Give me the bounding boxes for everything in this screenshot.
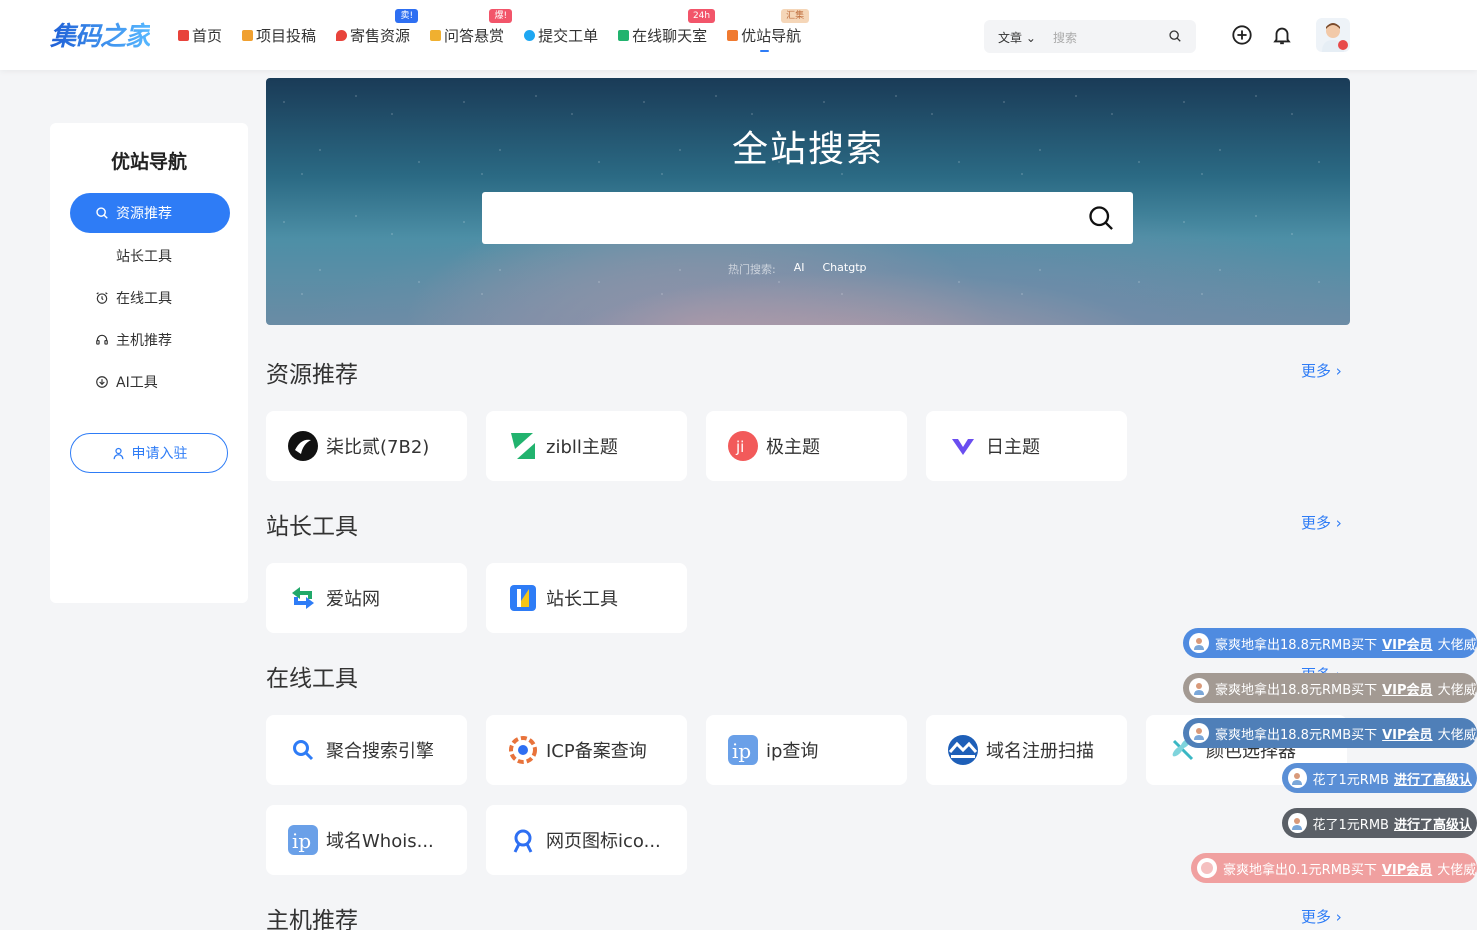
site-card[interactable]: ip ip查询 bbox=[706, 715, 907, 785]
aizhan-logo-icon bbox=[286, 581, 320, 615]
nav-consignment[interactable]: 寄售资源 卖! bbox=[336, 0, 419, 70]
top-header: 集码之家 首页 项目投稿 寄售资源 卖! 问答悬赏 爆! 提交工单 在线聊天室 24h… bbox=[0, 0, 1477, 70]
site-card[interactable]: 站长工具 bbox=[486, 563, 687, 633]
notification-toast[interactable]: 花了1元RMB 进行了高级认 bbox=[1282, 808, 1477, 838]
nav-site-guide[interactable]: 优站导航 汇集 bbox=[727, 0, 810, 70]
sidebar: 优站导航 资源推荐 站长工具 在线工具 主机推荐 AI工具 申请入驻 bbox=[50, 123, 248, 603]
avatar bbox=[1189, 633, 1209, 653]
nav-badge-collect: 汇集 bbox=[781, 9, 810, 23]
nav-badge-hot: 爆! bbox=[489, 9, 513, 23]
7b2-logo-icon bbox=[286, 429, 320, 463]
notification-toast[interactable]: 豪爽地拿出18.8元RMB买下 VIP会员 大佬威 bbox=[1183, 673, 1477, 703]
sidebar-item-webmaster-tools[interactable]: 站长工具 bbox=[70, 236, 230, 276]
add-circle-icon[interactable] bbox=[1231, 24, 1253, 46]
nav-home[interactable]: 首页 bbox=[178, 0, 222, 70]
svg-text:ip: ip bbox=[292, 829, 311, 853]
search-banner: 全站搜索 热门搜索: AI Chatgtp bbox=[266, 78, 1350, 325]
search-input[interactable]: 搜索 bbox=[1053, 29, 1077, 46]
nav-submit-project[interactable]: 项目投稿 bbox=[242, 0, 316, 70]
ip-logo-icon: ip bbox=[286, 823, 320, 857]
bell-icon[interactable] bbox=[1271, 24, 1293, 46]
search-icon bbox=[96, 207, 108, 219]
site-card[interactable]: ji 极主题 bbox=[706, 411, 907, 481]
favicon-tool-icon bbox=[506, 823, 540, 857]
chinaz-logo-icon bbox=[506, 581, 540, 615]
hot-keyword[interactable]: AI bbox=[794, 261, 805, 277]
search-icon[interactable] bbox=[1087, 204, 1115, 232]
chat-icon bbox=[618, 29, 630, 41]
main-nav: 首页 项目投稿 寄售资源 卖! 问答悬赏 爆! 提交工单 在线聊天室 24h 优站导航… bbox=[178, 0, 821, 70]
ri-logo-icon bbox=[946, 429, 980, 463]
hot-search-label: 热门搜索: bbox=[728, 263, 776, 276]
fire-icon bbox=[336, 29, 348, 41]
site-card[interactable]: ip 域名Whois... bbox=[266, 805, 467, 875]
notification-toast[interactable]: 豪爽地拿出18.8元RMB买下 VIP会员 大佬威 bbox=[1183, 718, 1477, 748]
site-card[interactable]: 网页图标ico... bbox=[486, 805, 687, 875]
search-type-select[interactable]: 文章 ⌄ bbox=[998, 29, 1036, 46]
ticket-icon bbox=[524, 29, 536, 41]
alarm-icon bbox=[96, 292, 108, 304]
bag-icon bbox=[430, 29, 442, 41]
avatar bbox=[1197, 858, 1217, 878]
sidebar-item-hosting[interactable]: 主机推荐 bbox=[70, 320, 230, 360]
site-card[interactable]: 柒比贰(7B2) bbox=[266, 411, 467, 481]
sidebar-title: 优站导航 bbox=[110, 151, 187, 173]
ji-logo-icon: ji bbox=[726, 429, 760, 463]
avatar-image bbox=[1322, 23, 1348, 52]
section-title-online-tools: 在线工具 bbox=[266, 666, 358, 692]
notification-toast[interactable]: 花了1元RMB 进行了高级认 bbox=[1282, 763, 1477, 793]
home-icon bbox=[178, 29, 189, 41]
avatar bbox=[1189, 723, 1209, 743]
sidebar-item-ai-tools[interactable]: AI工具 bbox=[70, 362, 230, 402]
site-card[interactable]: zibll主题 bbox=[486, 411, 687, 481]
download-icon bbox=[96, 376, 108, 388]
layers-icon bbox=[242, 29, 254, 41]
crown-icon bbox=[727, 29, 739, 41]
site-card[interactable]: 聚合搜索引擎 bbox=[266, 715, 467, 785]
site-card[interactable]: 日主题 bbox=[926, 411, 1127, 481]
apply-join-button[interactable]: 申请入驻 bbox=[70, 433, 228, 473]
hot-search: 热门搜索: AI Chatgtp bbox=[728, 261, 884, 277]
header-search[interactable]: 文章 ⌄ 搜索 bbox=[984, 20, 1196, 53]
more-link[interactable]: 更多 › bbox=[1301, 360, 1342, 381]
notification-toast[interactable]: 豪爽地拿出18.8元RMB买下 VIP会员 大佬威 bbox=[1183, 628, 1477, 658]
svg-text:ip: ip bbox=[732, 739, 751, 763]
sidebar-item-resources[interactable]: 资源推荐 bbox=[70, 193, 230, 233]
nav-ticket[interactable]: 提交工单 bbox=[524, 0, 598, 70]
site-logo[interactable]: 集码之家 bbox=[50, 16, 151, 53]
nav-badge-24h: 24h bbox=[687, 9, 716, 23]
site-card[interactable]: 爱站网 bbox=[266, 563, 467, 633]
nav-chatroom[interactable]: 在线聊天室 24h bbox=[618, 0, 716, 70]
search-icon[interactable] bbox=[1168, 29, 1182, 43]
site-card[interactable]: 域名注册扫描 bbox=[926, 715, 1127, 785]
zibll-logo-icon bbox=[506, 429, 540, 463]
headset-icon bbox=[96, 334, 108, 345]
avatar bbox=[1288, 813, 1307, 833]
section-title-resources: 资源推荐 bbox=[266, 362, 358, 388]
user-icon bbox=[113, 447, 123, 459]
banner-title: 全站搜索 bbox=[731, 129, 884, 170]
user-avatar[interactable] bbox=[1316, 18, 1350, 52]
sidebar-item-online-tools[interactable]: 在线工具 bbox=[70, 278, 230, 318]
notification-toast[interactable]: 豪爽地拿出0.1元RMB买下 VIP会员 大佬威 bbox=[1191, 853, 1477, 883]
avatar bbox=[1288, 768, 1307, 788]
hot-keyword[interactable]: Chatgtp bbox=[823, 261, 867, 277]
nav-badge-sell: 卖! bbox=[395, 9, 419, 23]
svg-text:ji: ji bbox=[735, 438, 744, 456]
ip-logo-icon: ip bbox=[726, 733, 760, 767]
domain-scan-logo-icon bbox=[946, 733, 980, 767]
search-icon bbox=[286, 733, 320, 767]
more-link[interactable]: 更多 › bbox=[1301, 906, 1342, 927]
section-title-hosting: 主机推荐 bbox=[266, 908, 358, 930]
icp-logo-icon bbox=[506, 733, 540, 767]
avatar bbox=[1189, 678, 1209, 698]
nav-qa-bounty[interactable]: 问答悬赏 爆! bbox=[430, 0, 513, 70]
section-title-webmaster-tools: 站长工具 bbox=[266, 514, 358, 540]
more-link[interactable]: 更多 › bbox=[1301, 512, 1342, 533]
banner-search-input[interactable] bbox=[482, 192, 1133, 244]
site-card[interactable]: ICP备案查询 bbox=[486, 715, 687, 785]
